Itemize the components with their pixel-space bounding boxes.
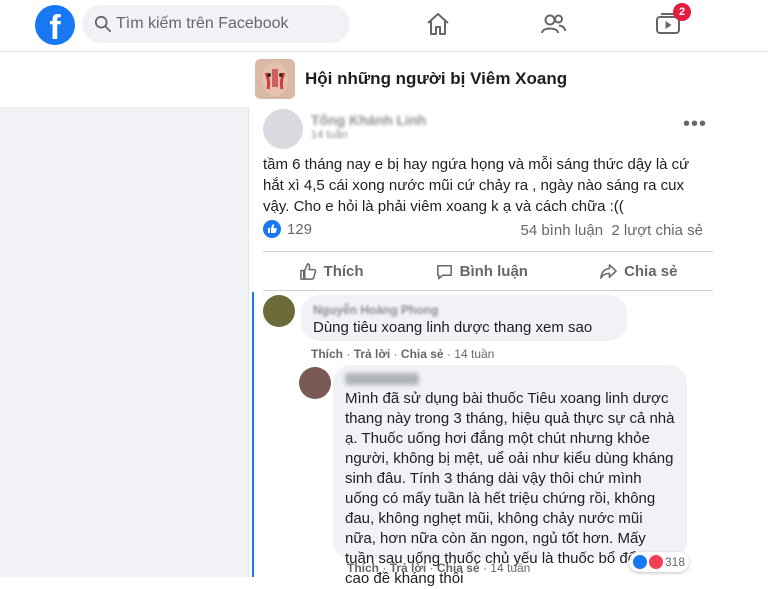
reply-reactions[interactable]: 318 bbox=[629, 552, 690, 572]
share-label: Chia sẻ bbox=[624, 262, 678, 280]
reply-reaction-count: 318 bbox=[665, 555, 686, 569]
comment-time[interactable]: 14 tuần bbox=[454, 347, 494, 361]
post-actions-bar: Thích Bình luận Chia sẻ bbox=[263, 251, 713, 291]
like-label: Thích bbox=[323, 262, 364, 280]
top-navigation-bar: f 2 bbox=[0, 0, 768, 52]
comment-icon bbox=[436, 264, 452, 279]
watch-notification-badge: 2 bbox=[673, 3, 691, 21]
thread-line bbox=[252, 292, 254, 577]
like-reaction-icon[interactable] bbox=[263, 220, 281, 238]
post-timestamp[interactable]: 14 tuần bbox=[311, 129, 348, 141]
reply-time[interactable]: 14 tuần bbox=[490, 561, 530, 575]
reply-like-link[interactable]: Thích bbox=[347, 561, 379, 575]
reaction-count[interactable]: 129 bbox=[287, 221, 312, 238]
reply-text: Mình đã sử dụng bài thuốc Tiêu xoang lin… bbox=[345, 390, 675, 587]
comment-like-link[interactable]: Thích bbox=[311, 347, 343, 361]
group-avatar-image bbox=[255, 59, 295, 99]
comment-meta: Thích · Trả lời · Chia sẻ · 14 tuần bbox=[311, 347, 495, 361]
share-button[interactable]: Chia sẻ bbox=[599, 262, 677, 281]
like-reaction-icon bbox=[633, 555, 647, 569]
comment-reply-link[interactable]: Trả lời bbox=[354, 347, 391, 361]
group-avatar[interactable] bbox=[255, 59, 295, 99]
commenter-name[interactable]: Nguyễn Hoàng Phong bbox=[313, 303, 438, 317]
comment-label: Bình luận bbox=[459, 262, 528, 280]
comment-button[interactable]: Bình luận bbox=[435, 262, 528, 281]
search-icon bbox=[94, 15, 112, 33]
search-input[interactable] bbox=[116, 5, 342, 43]
like-button[interactable]: Thích bbox=[299, 262, 364, 281]
comment-share-link[interactable]: Chia sẻ bbox=[401, 347, 444, 361]
reply-meta: Thích · Trả lời · Chia sẻ · 14 tuần bbox=[347, 561, 531, 575]
search-box[interactable] bbox=[82, 5, 350, 43]
reply-author-name-redacted[interactable] bbox=[345, 373, 419, 385]
post-card: Tống Khánh Linh 14 tuần ••• tầm 6 tháng … bbox=[248, 107, 722, 587]
group-title[interactable]: Hội những người bị Viêm Xoang bbox=[305, 69, 567, 89]
home-icon bbox=[427, 13, 449, 35]
share-icon bbox=[600, 263, 617, 279]
reply-share-link[interactable]: Chia sẻ bbox=[437, 561, 480, 575]
shares-count[interactable]: 2 lượt chia sẻ bbox=[611, 222, 703, 239]
comments-count[interactable]: 54 bình luận bbox=[520, 222, 603, 239]
post-reactions-row: 129 54 bình luận 2 lượt chia sẻ bbox=[263, 220, 713, 244]
reply-reply-link[interactable]: Trả lời bbox=[390, 561, 427, 575]
reply-bubble: Mình đã sử dụng bài thuốc Tiêu xoang lin… bbox=[333, 365, 687, 587]
post-stats: 54 bình luận 2 lượt chia sẻ bbox=[520, 222, 703, 239]
author-avatar[interactable] bbox=[263, 109, 303, 149]
group-header: Hội những người bị Viêm Xoang bbox=[0, 52, 768, 107]
facebook-logo-icon[interactable]: f bbox=[35, 5, 75, 45]
thumbs-up-icon bbox=[299, 262, 316, 280]
post-text: tầm 6 tháng nay e bị hay ngứa họng và mỗ… bbox=[263, 156, 690, 215]
commenter-avatar[interactable] bbox=[263, 295, 295, 327]
friends-nav-button[interactable] bbox=[535, 8, 571, 40]
left-sidebar bbox=[0, 107, 248, 577]
more-options-icon[interactable]: ••• bbox=[683, 113, 707, 136]
comment-bubble: Nguyễn Hoàng Phong Dùng tiêu xoang linh … bbox=[301, 295, 627, 341]
reply-avatar[interactable] bbox=[299, 367, 331, 399]
love-reaction-icon bbox=[649, 555, 663, 569]
friends-icon bbox=[541, 14, 566, 34]
home-nav-button[interactable] bbox=[420, 8, 456, 40]
post-author-name[interactable]: Tống Khánh Linh bbox=[311, 112, 426, 128]
comment-text: Dùng tiêu xoang linh dược thang xem sao bbox=[313, 319, 593, 336]
right-margin bbox=[722, 107, 768, 577]
